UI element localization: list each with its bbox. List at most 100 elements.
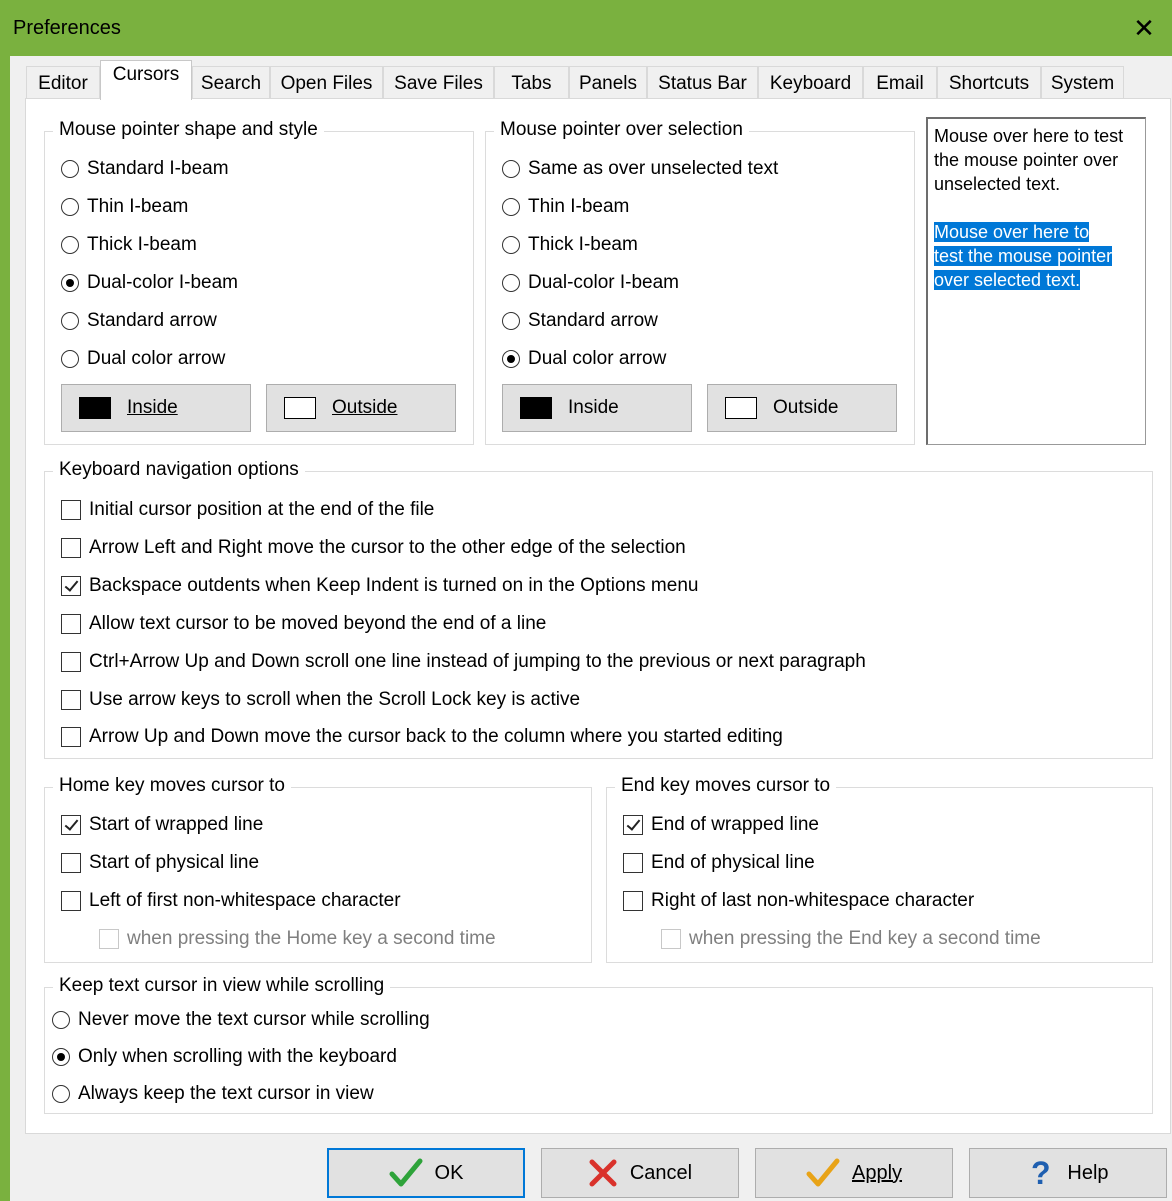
radio-selected-icon xyxy=(52,1048,70,1066)
mouse-shape-option[interactable]: Dual color arrow xyxy=(61,345,225,373)
cross-icon xyxy=(589,1159,617,1187)
button-label: Inside xyxy=(127,397,178,418)
button-label: Outside xyxy=(773,397,839,418)
cancel-button[interactable]: Cancel xyxy=(541,1148,739,1198)
keyboard-nav-option[interactable]: Backspace outdents when Keep Indent is t… xyxy=(61,572,698,600)
option-label: Dual color arrow xyxy=(87,348,226,369)
shape-inside-color-button[interactable]: Inside xyxy=(61,384,251,432)
home-key-group: Home key moves cursor to Start of wrappe… xyxy=(44,775,592,963)
tab-search[interactable]: Search xyxy=(192,66,270,99)
home-key-legend: Home key moves cursor to xyxy=(53,775,291,797)
checkbox-icon xyxy=(61,891,81,911)
keyboard-nav-option[interactable]: Arrow Left and Right move the cursor to … xyxy=(61,534,686,562)
tab-cursors[interactable]: Cursors xyxy=(100,60,192,100)
option-label: End of wrapped line xyxy=(651,814,819,835)
color-swatch xyxy=(284,397,316,419)
end-key-option[interactable]: End of wrapped line xyxy=(623,811,819,839)
color-swatch xyxy=(79,397,111,419)
mouse-test-area[interactable]: Mouse over here to test the mouse pointe… xyxy=(926,117,1146,445)
keyboard-nav-option[interactable]: Use arrow keys to scroll when the Scroll… xyxy=(61,686,580,714)
checkbox-icon xyxy=(623,891,643,911)
tab-editor[interactable]: Editor xyxy=(26,66,100,99)
title-bar: Preferences ✕ xyxy=(0,0,1172,56)
selection-inside-color-button[interactable]: Inside xyxy=(502,384,692,432)
option-label: Standard arrow xyxy=(87,310,217,331)
home-key-option[interactable]: Start of wrapped line xyxy=(61,811,263,839)
scroll-view-legend: Keep text cursor in view while scrolling xyxy=(53,975,391,997)
mouse-selection-option[interactable]: Thin I-beam xyxy=(502,193,629,221)
end-key-legend: End key moves cursor to xyxy=(615,775,837,797)
mouse-selection-option[interactable]: Standard arrow xyxy=(502,307,658,335)
option-label: Arrow Left and Right move the cursor to … xyxy=(89,537,686,558)
mouse-shape-group: Mouse pointer shape and style Standard I… xyxy=(44,119,474,445)
option-label: Thin I-beam xyxy=(528,196,630,217)
home-key-option[interactable]: Start of physical line xyxy=(61,849,259,877)
tab-system[interactable]: System xyxy=(1041,66,1124,99)
tab-save-files[interactable]: Save Files xyxy=(383,66,494,99)
checkbox-checked-icon xyxy=(61,815,81,835)
selection-outside-color-button[interactable]: Outside xyxy=(707,384,897,432)
option-label: Dual color arrow xyxy=(528,348,667,369)
end-key-option[interactable]: End of physical line xyxy=(623,849,815,877)
radio-icon xyxy=(61,350,79,368)
help-button[interactable]: ? Help xyxy=(969,1148,1167,1198)
scroll-view-option[interactable]: Never move the text cursor while scrolli… xyxy=(52,1006,430,1034)
option-label: Dual-color I-beam xyxy=(87,272,238,293)
keyboard-nav-option[interactable]: Initial cursor position at the end of th… xyxy=(61,496,434,524)
ok-button[interactable]: OK xyxy=(327,1148,525,1198)
keyboard-nav-option[interactable]: Ctrl+Arrow Up and Down scroll one line i… xyxy=(61,648,866,676)
radio-icon xyxy=(61,312,79,330)
checkbox-icon xyxy=(61,727,81,747)
apply-button[interactable]: Apply xyxy=(755,1148,953,1198)
option-label: End of physical line xyxy=(651,852,815,873)
tab-tabs[interactable]: Tabs xyxy=(494,66,569,99)
mouse-shape-option[interactable]: Thick I-beam xyxy=(61,231,197,259)
radio-icon xyxy=(61,160,79,178)
ok-label: OK xyxy=(434,1161,464,1184)
button-label: Inside xyxy=(568,397,619,418)
tab-email[interactable]: Email xyxy=(863,66,937,99)
mouse-selection-option[interactable]: Thick I-beam xyxy=(502,231,638,259)
scroll-view-option[interactable]: Always keep the text cursor in view xyxy=(52,1080,374,1108)
radio-icon xyxy=(502,312,520,330)
checkbox-icon xyxy=(61,690,81,710)
shape-outside-color-button[interactable]: Outside xyxy=(266,384,456,432)
option-label: Left of first non-whitespace character xyxy=(89,890,401,911)
svg-text:?: ? xyxy=(1031,1156,1051,1190)
scroll-view-option[interactable]: Only when scrolling with the keyboard xyxy=(52,1043,397,1071)
option-label: Right of last non-whitespace character xyxy=(651,890,975,911)
option-label: Thick I-beam xyxy=(87,234,197,255)
mouse-selection-option[interactable]: Dual-color I-beam xyxy=(502,269,679,297)
radio-selected-icon xyxy=(61,274,79,292)
tab-open-files[interactable]: Open Files xyxy=(270,66,383,99)
cancel-label: Cancel xyxy=(629,1161,693,1184)
option-label: Always keep the text cursor in view xyxy=(78,1083,374,1104)
radio-icon xyxy=(61,198,79,216)
home-key-option[interactable]: Left of first non-whitespace character xyxy=(61,887,401,915)
mouse-shape-option[interactable]: Standard I-beam xyxy=(61,155,229,183)
mouse-selection-option[interactable]: Same as over unselected text xyxy=(502,155,778,183)
unselected-test-text: Mouse over here to test the mouse pointe… xyxy=(934,126,1124,194)
mouse-selection-option[interactable]: Dual color arrow xyxy=(502,345,666,373)
end-key-group: End key moves cursor to End of wrapped l… xyxy=(606,775,1153,963)
keyboard-nav-option[interactable]: Arrow Up and Down move the cursor back t… xyxy=(61,723,783,751)
home-key-sub-option: when pressing the Home key a second time xyxy=(99,925,496,953)
option-label: Start of physical line xyxy=(89,852,260,873)
checkmark-icon xyxy=(806,1158,840,1187)
apply-label: Apply xyxy=(851,1161,903,1184)
option-label: Dual-color I-beam xyxy=(528,272,679,293)
mouse-shape-option[interactable]: Standard arrow xyxy=(61,307,217,335)
mouse-shape-option[interactable]: Dual-color I-beam xyxy=(61,269,238,297)
option-label: Arrow Up and Down move the cursor back t… xyxy=(89,726,783,747)
tab-panels[interactable]: Panels xyxy=(569,66,647,99)
tab-status-bar[interactable]: Status Bar xyxy=(647,66,758,99)
tab-keyboard[interactable]: Keyboard xyxy=(758,66,863,99)
keyboard-nav-option[interactable]: Allow text cursor to be moved beyond the… xyxy=(61,610,546,638)
tab-shortcuts[interactable]: Shortcuts xyxy=(937,66,1041,99)
keyboard-nav-legend: Keyboard navigation options xyxy=(53,459,305,481)
close-icon[interactable]: ✕ xyxy=(1116,0,1172,56)
end-key-option[interactable]: Right of last non-whitespace character xyxy=(623,887,974,915)
checkbox-icon xyxy=(61,652,81,672)
mouse-shape-option[interactable]: Thin I-beam xyxy=(61,193,188,221)
checkbox-disabled-icon xyxy=(661,929,681,949)
